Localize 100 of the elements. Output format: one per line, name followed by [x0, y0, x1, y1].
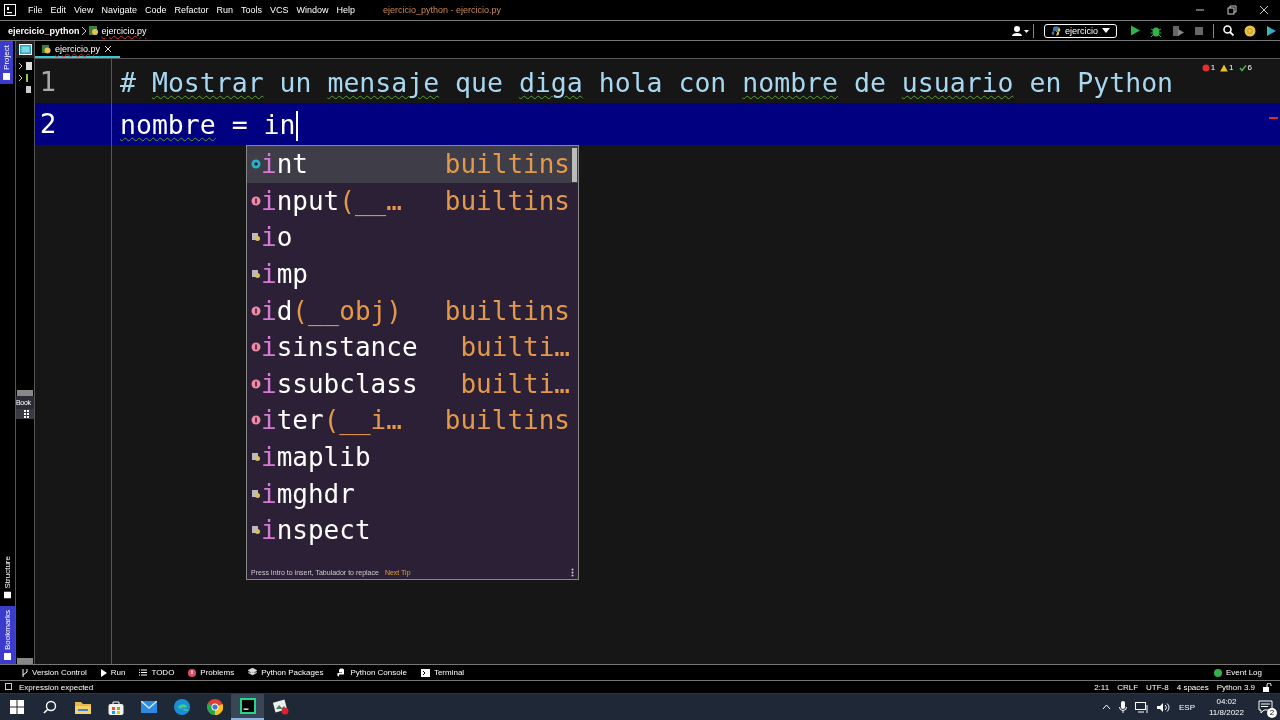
- python-icon: [337, 668, 347, 677]
- tree-node-icon[interactable]: [18, 62, 32, 70]
- windows-icon[interactable]: [9, 700, 24, 714]
- error-count: 1: [1210, 63, 1216, 72]
- module-icon: [251, 525, 261, 536]
- close-icon[interactable]: [1259, 5, 1269, 15]
- run-configuration-dropdown[interactable]: ejercicio: [1044, 23, 1117, 38]
- message-icon: [5, 683, 13, 691]
- completion-item[interactable]: io: [247, 219, 578, 256]
- list-icon: [139, 669, 148, 676]
- window-title: ejercicio_python - ejercicio.py: [383, 5, 502, 15]
- notification-badge: 2: [1267, 707, 1277, 718]
- splitter-handle[interactable]: [17, 658, 33, 664]
- completion-item[interactable]: imaplib: [247, 438, 578, 476]
- code-line: # Mostrar un mensaje que diga hola con nombre de usuario en Python: [119, 66, 1174, 98]
- error-icon: [1201, 63, 1210, 72]
- tool-window-button[interactable]: Python Packages: [248, 668, 324, 677]
- ide-icon[interactable]: [239, 698, 256, 714]
- splitter-handle[interactable]: [17, 390, 33, 396]
- clock[interactable]: 04:02 11/8/2022: [1209, 696, 1244, 718]
- tool-window-button[interactable]: TODO: [139, 668, 175, 677]
- menu-item[interactable]: View: [70, 3, 98, 17]
- search-icon[interactable]: [42, 700, 57, 714]
- tool-window-tab[interactable]: Project: [0, 41, 13, 84]
- status-item[interactable]: 2:11: [1094, 682, 1110, 692]
- chevron-up-icon[interactable]: [1102, 704, 1111, 710]
- more-icon[interactable]: [571, 568, 574, 577]
- breadcrumb[interactable]: ejercicio_python: [8, 25, 80, 36]
- tool-window-button[interactable]: Python Console: [337, 668, 407, 677]
- browser-icon[interactable]: [173, 699, 190, 715]
- branch-icon: [22, 668, 28, 677]
- menu-item[interactable]: Code: [140, 3, 171, 17]
- stop-icon[interactable]: [1194, 25, 1204, 36]
- microphone-icon[interactable]: [1119, 701, 1127, 713]
- menu-item[interactable]: Edit: [46, 3, 71, 17]
- unlock-icon[interactable]: [1263, 682, 1272, 692]
- breadcrumb[interactable]: ejercicio.py: [101, 25, 147, 36]
- tool-window-tab[interactable]: Bookmarks: [0, 606, 15, 664]
- completion-item[interactable]: imghdr: [247, 475, 578, 512]
- panel-icon[interactable]: [18, 44, 32, 55]
- menu-item[interactable]: Navigate: [97, 3, 141, 17]
- module-icon: [251, 452, 261, 463]
- close-icon[interactable]: [104, 44, 113, 53]
- tool-window-tab[interactable]: Structure: [0, 551, 15, 602]
- function-icon: [251, 378, 261, 389]
- update-icon[interactable]: [1244, 24, 1256, 37]
- check-icon: [1238, 63, 1247, 72]
- function-icon: [251, 195, 261, 206]
- status-item[interactable]: UTF-8: [1146, 682, 1169, 692]
- coverage-icon[interactable]: [1172, 24, 1184, 37]
- error-icon: [188, 668, 197, 677]
- volume-icon[interactable]: [1157, 701, 1171, 713]
- python-file-icon: [87, 25, 99, 36]
- menu-item[interactable]: Tools: [236, 3, 266, 17]
- menu-item[interactable]: VCS: [266, 3, 293, 17]
- tool-window-button[interactable]: Problems: [188, 668, 235, 677]
- restore-icon[interactable]: [1227, 5, 1237, 15]
- module-icon: [251, 488, 261, 499]
- menu-item[interactable]: Refactor: [170, 3, 213, 17]
- function-icon: [251, 342, 261, 353]
- status-item[interactable]: Python 3.9: [1216, 682, 1255, 692]
- menu-item[interactable]: File: [24, 3, 47, 17]
- completion-item[interactable]: imp: [247, 255, 578, 293]
- tool-window-button[interactable]: Terminal: [420, 668, 465, 677]
- run-icon[interactable]: [1130, 25, 1140, 36]
- completion-item[interactable]: input(__… builtins: [247, 182, 578, 220]
- python-icon: [1051, 25, 1061, 36]
- completion-item[interactable]: isinstance builti…: [247, 328, 578, 366]
- completion-item[interactable]: inspect: [247, 511, 578, 549]
- class-icon: [251, 159, 261, 170]
- completion-item[interactable]: int builtins: [247, 146, 578, 183]
- tool-window-button[interactable]: Version Control: [22, 668, 87, 677]
- notification-icon[interactable]: [1258, 699, 1274, 715]
- tool-window-button[interactable]: Run: [100, 668, 126, 677]
- completion-item[interactable]: iter(__i… builtins: [247, 402, 578, 439]
- menu-item[interactable]: Run: [212, 3, 237, 17]
- warning-count: 1: [1229, 63, 1234, 72]
- status-item[interactable]: 4 spaces: [1176, 682, 1209, 692]
- warning-icon: [1220, 63, 1229, 72]
- line-number: 1: [40, 67, 57, 97]
- module-icon: [251, 269, 261, 280]
- browser-icon[interactable]: [206, 699, 223, 715]
- network-icon[interactable]: [1135, 701, 1149, 713]
- shopping-bag-icon[interactable]: [107, 699, 124, 715]
- plugin-icon[interactable]: [1266, 24, 1277, 37]
- user-icon[interactable]: [1011, 24, 1029, 37]
- completion-item[interactable]: id(__obj) builtins: [247, 292, 578, 329]
- function-icon: [251, 305, 261, 316]
- completion-item[interactable]: issubclass builti…: [247, 365, 578, 403]
- language-indicator[interactable]: ESP: [1179, 702, 1195, 712]
- photo-icon[interactable]: [272, 699, 289, 715]
- status-item[interactable]: CRLF: [1117, 682, 1139, 692]
- ok-count: 6: [1247, 63, 1252, 72]
- status-message: Expression expected: [19, 682, 94, 692]
- event-log-button[interactable]: Event Log: [1213, 668, 1262, 677]
- menu-item[interactable]: Window: [292, 3, 333, 17]
- grip-icon[interactable]: [24, 410, 30, 418]
- menu-item[interactable]: Help: [332, 3, 360, 17]
- mail-icon[interactable]: [140, 701, 157, 713]
- search-icon[interactable]: [1223, 25, 1234, 36]
